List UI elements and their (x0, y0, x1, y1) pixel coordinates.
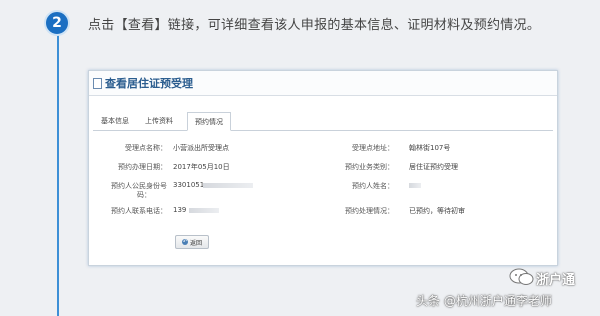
id-number-label-cont: 码： (137, 191, 151, 199)
business-type-label: 预约业务类别： (345, 163, 394, 171)
watermark-author: 头条 @杭州浙户通李老师 (416, 294, 552, 308)
date-label: 预约办理日期： (118, 163, 167, 171)
applicant-name-label: 预约人姓名： (352, 182, 394, 190)
tab-bar: 基本信息 上传资料 预约情况 (93, 112, 553, 131)
office-address-value: 翰林街107号 (409, 144, 451, 152)
status-label: 预约处理情况： (345, 207, 394, 215)
panel-header: 查看居住证预受理 (89, 71, 557, 96)
reservation-panel: 查看居住证预受理 基本信息 上传资料 预约情况 受理点名称： 小营派出所受理点 … (88, 70, 558, 266)
phone-label: 预约人联系电话： (111, 207, 167, 215)
back-arrow-icon: ↶ (181, 239, 188, 245)
phone-redaction (189, 208, 219, 213)
office-name-value: 小营派出所受理点 (173, 144, 229, 152)
office-name-label: 受理点名称： (125, 144, 167, 152)
timeline-line (57, 28, 59, 316)
back-button-label: 返回 (189, 239, 202, 247)
office-address-label: 受理点地址： (352, 144, 394, 152)
date-value: 2017年05月10日 (173, 163, 230, 171)
business-type-value: 居住证预约受理 (409, 163, 458, 171)
id-number-value: 3301051 (173, 181, 205, 189)
step-number-badge: 2 (44, 10, 70, 36)
step-instruction: 点击【查看】链接，可详细查看该人申报的基本信息、证明材料及预约情况。 (88, 18, 541, 33)
id-number-redaction (203, 183, 253, 188)
phone-value: 139 (173, 206, 187, 214)
applicant-name-redaction (409, 183, 421, 188)
watermark-account: 浙户通 (536, 273, 576, 288)
document-icon (93, 77, 102, 89)
tab-reservation[interactable]: 预约情况 (187, 112, 231, 131)
tab-basic-info[interactable]: 基本信息 (97, 112, 133, 130)
panel-title: 查看居住证预受理 (105, 77, 193, 90)
tab-uploaded-materials[interactable]: 上传资料 (139, 112, 179, 130)
status-value: 已预约，等待初审 (409, 207, 465, 215)
wechat-logo-icon (509, 268, 534, 285)
back-button[interactable]: ↶ 返回 (175, 235, 209, 249)
